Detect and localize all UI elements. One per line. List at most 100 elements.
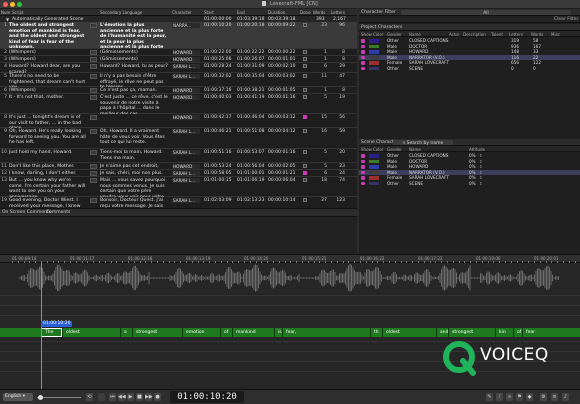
settings-icon[interactable]: ⚙ bbox=[540, 393, 547, 401]
done-checkbox[interactable] bbox=[303, 171, 307, 175]
gender-select[interactable]: Male bbox=[387, 44, 397, 49]
gender-select[interactable]: Male bbox=[387, 55, 397, 60]
character-select[interactable]: SARAH L... bbox=[172, 74, 200, 79]
character-row[interactable]: Other SCENE 0% ⇕ bbox=[359, 181, 580, 187]
col-color[interactable]: Color bbox=[373, 32, 383, 37]
color-swatch[interactable] bbox=[369, 55, 379, 59]
table-row[interactable]: 9 Oh, Howard. He's really looking forward… bbox=[0, 128, 357, 149]
end-time[interactable]: 01:01:00:01 bbox=[237, 171, 264, 176]
character-select[interactable]: SARAH L... bbox=[172, 178, 200, 183]
done-checkbox[interactable] bbox=[303, 129, 307, 133]
timeline-ruler[interactable]: 01:00:09:14 01:00:11:17 01:00:12:18 01:00:1… bbox=[0, 255, 580, 263]
script-text[interactable]: Don't like this place, Mother. bbox=[9, 164, 86, 170]
speaker-icon[interactable]: ♪ bbox=[562, 393, 569, 401]
rewind-start-icon[interactable]: ⏮ bbox=[109, 393, 116, 401]
gender-select[interactable]: Other bbox=[387, 38, 399, 43]
done-checkbox[interactable] bbox=[303, 50, 307, 54]
end-time[interactable]: 01:00:41:19 bbox=[237, 95, 264, 100]
done-checkbox[interactable] bbox=[303, 115, 307, 119]
show-checkbox[interactable] bbox=[361, 66, 365, 70]
table-row[interactable]: 1 The oldest and strongest emotion of man… bbox=[0, 22, 357, 56]
start-time[interactable]: 01:00:22:00 bbox=[204, 50, 231, 55]
col-start[interactable]: Start bbox=[204, 10, 214, 15]
col-name[interactable]: Name bbox=[409, 32, 421, 37]
show-checkbox[interactable] bbox=[361, 44, 365, 48]
character-select[interactable]: HOWARD bbox=[172, 88, 200, 93]
list-icon[interactable]: ≡ bbox=[551, 393, 558, 401]
secondary-text[interactable]: (Gémissements) bbox=[100, 57, 168, 63]
start-time[interactable]: 01:00:10:20 bbox=[204, 23, 231, 28]
gender-select[interactable]: Male bbox=[387, 164, 397, 169]
word-block[interactable]: strongest bbox=[132, 328, 182, 337]
word-block[interactable]: of bbox=[220, 328, 232, 337]
audio-waveform[interactable] bbox=[0, 264, 580, 292]
gender-select[interactable]: Female bbox=[387, 175, 402, 180]
show-checkbox[interactable] bbox=[361, 50, 365, 54]
col-secondary-language[interactable]: Secondary Language bbox=[100, 10, 142, 15]
col-words[interactable]: Words bbox=[313, 10, 325, 15]
gender-select[interactable]: Male bbox=[387, 159, 397, 164]
character-select[interactable]: SARAH L... bbox=[172, 171, 200, 176]
word-block[interactable]: oldest bbox=[382, 328, 436, 337]
show-checkbox[interactable] bbox=[361, 159, 365, 163]
script-text[interactable]: (Whimpers) bbox=[9, 57, 86, 63]
word-block[interactable]: fear bbox=[522, 328, 580, 337]
gender-select[interactable]: Male bbox=[387, 49, 397, 54]
done-checkbox[interactable] bbox=[303, 57, 307, 61]
col-talent[interactable]: Talent bbox=[491, 32, 503, 37]
gender-select[interactable]: Other bbox=[387, 181, 399, 186]
script-text[interactable]: Good evening, Doctor Wiest. I received y… bbox=[9, 198, 86, 208]
table-row[interactable]: 10 Just hold my hand, Howard. Tiens-moi la… bbox=[0, 149, 357, 163]
marker-icon[interactable]: ◆ bbox=[526, 393, 533, 401]
done-checkbox[interactable] bbox=[303, 23, 307, 27]
end-time[interactable]: 01:00:22:22 bbox=[237, 50, 264, 55]
col-misc[interactable]: Misc bbox=[551, 32, 560, 37]
stepper-icon[interactable]: ⇕ bbox=[479, 153, 483, 158]
gender-select[interactable]: Other bbox=[387, 66, 399, 71]
table-row[interactable]: 12 I know, darling, I don't either. Je sai… bbox=[0, 170, 357, 177]
script-text[interactable]: (Whimpers) bbox=[9, 50, 86, 56]
color-swatch[interactable] bbox=[369, 181, 379, 185]
link-icon[interactable]: ∞ bbox=[506, 393, 513, 401]
script-text[interactable]: The oldest and strongest emotion of mank… bbox=[9, 23, 86, 51]
gender-select[interactable]: Other bbox=[387, 153, 399, 158]
col-duration[interactable]: Duration bbox=[268, 10, 285, 15]
end-time[interactable]: 01:00:26:07 bbox=[237, 57, 264, 62]
done-checkbox[interactable] bbox=[303, 198, 307, 202]
col-character[interactable]: Character bbox=[172, 10, 192, 15]
done-checkbox[interactable] bbox=[303, 164, 307, 168]
start-time[interactable]: 01:00:58:05 bbox=[204, 171, 231, 176]
word-track[interactable]: The oldest a strongest emotion of mankind is fea… bbox=[0, 328, 580, 337]
color-swatch[interactable] bbox=[369, 39, 379, 43]
character-row[interactable]: Other SCENE 0 0 bbox=[359, 66, 580, 72]
character-select[interactable]: HOWARD bbox=[172, 57, 200, 62]
end-time[interactable]: 01:00:20:18 bbox=[237, 23, 264, 28]
col-gender[interactable]: Gender bbox=[387, 32, 402, 37]
comments-tab[interactable]: Comments bbox=[46, 210, 70, 215]
stepper-icon[interactable]: ⇕ bbox=[479, 164, 483, 169]
gender-select[interactable]: Female bbox=[387, 60, 402, 65]
secondary-text[interactable]: Tiens-moi la main, Howard. Tiens ma main… bbox=[100, 150, 168, 161]
start-time[interactable]: 01:00:37:16 bbox=[204, 88, 231, 93]
col-actor[interactable]: Actor bbox=[449, 32, 460, 37]
table-row[interactable]: 4Howard? Howard dear, are you scared?How… bbox=[0, 63, 357, 75]
col-letters[interactable]: Letters bbox=[509, 32, 523, 37]
table-row[interactable]: 11 Don't like this place, Mother. Je n'aim… bbox=[0, 163, 357, 175]
color-swatch[interactable] bbox=[369, 159, 379, 163]
flag-icon[interactable]: ⚑ bbox=[516, 393, 523, 401]
character-select[interactable]: SARAH L... bbox=[172, 150, 200, 155]
pencil-icon[interactable]: ✎ bbox=[486, 393, 493, 401]
word-block[interactable]: strongest bbox=[448, 328, 495, 337]
clear-filter-button[interactable]: Clear Filter bbox=[554, 17, 578, 22]
show-checkbox[interactable] bbox=[361, 61, 365, 65]
word-block[interactable]: The bbox=[41, 328, 62, 337]
rewind-icon[interactable]: ◀◀ bbox=[118, 393, 126, 401]
done-checkbox[interactable] bbox=[303, 95, 307, 99]
table-row[interactable]: 6 (Whimpers) Ce n'est pas ça, maman. HOWARD… bbox=[0, 87, 357, 94]
table-row[interactable]: 5 There's no need to be frightened, that … bbox=[0, 73, 357, 90]
show-checkbox[interactable] bbox=[361, 55, 365, 59]
script-text[interactable]: Just hold my hand, Howard. bbox=[9, 150, 86, 156]
end-time[interactable]: 01:00:56:04 bbox=[237, 164, 264, 169]
show-checkbox[interactable] bbox=[361, 176, 365, 180]
scene-col-show[interactable]: Show bbox=[361, 147, 372, 152]
